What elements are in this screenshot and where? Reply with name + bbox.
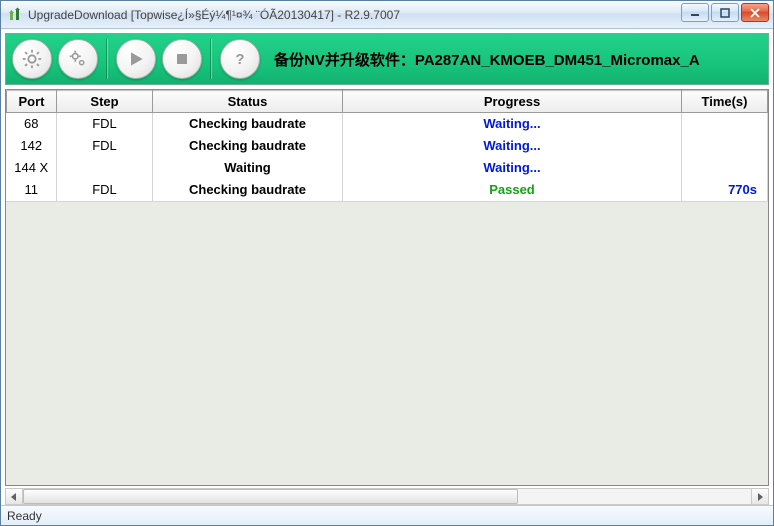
toolbar-info-text: 备份NV并升级软件：PA287AN_KMOEB_DM451_Micromax_A (266, 39, 762, 79)
table-row[interactable]: 142FDLChecking baudrateWaiting... (7, 135, 768, 157)
device-table: Port Step Status Progress Time(s) 68FDLC… (6, 90, 768, 201)
scroll-right-button[interactable] (751, 489, 768, 504)
scroll-left-button[interactable] (6, 489, 23, 504)
settings-button[interactable] (12, 39, 52, 79)
maximize-icon (720, 8, 730, 18)
cell-port: 142 (7, 135, 57, 157)
col-header-status[interactable]: Status (153, 91, 343, 113)
cell-port: 11 (7, 179, 57, 201)
cell-status: Waiting (153, 157, 343, 179)
scroll-thumb[interactable] (23, 489, 518, 504)
table-header-row: Port Step Status Progress Time(s) (7, 91, 768, 113)
chevron-right-icon (756, 493, 764, 501)
cell-status: Checking baudrate (153, 179, 343, 201)
app-window: UpgradeDownload [Topwise¿Í»§Éý¼¶¹¤¾ ¨ÓÃ2… (0, 0, 774, 526)
play-icon (126, 49, 146, 69)
title-bar[interactable]: UpgradeDownload [Topwise¿Í»§Éý¼¶¹¤¾ ¨ÓÃ2… (1, 1, 773, 29)
table-row[interactable]: 68FDLChecking baudrateWaiting... (7, 113, 768, 135)
app-icon (7, 7, 23, 23)
cell-time: 770s (682, 179, 768, 201)
window-title: UpgradeDownload [Topwise¿Í»§Éý¼¶¹¤¾ ¨ÓÃ2… (28, 8, 400, 22)
cell-port: 144 X (7, 157, 57, 179)
options-button[interactable] (58, 39, 98, 79)
gears-icon (67, 48, 89, 70)
status-text: Ready (7, 509, 42, 523)
gear-icon (21, 48, 43, 70)
cell-progress: Waiting... (343, 157, 682, 179)
toolbar: ? 备份NV并升级软件：PA287AN_KMOEB_DM451_Micromax… (5, 33, 769, 85)
svg-text:?: ? (235, 51, 244, 68)
toolbar-separator (106, 39, 108, 79)
scroll-track[interactable] (23, 489, 751, 504)
minimize-icon (690, 8, 700, 18)
chevron-left-icon (10, 493, 18, 501)
col-header-port[interactable]: Port (7, 91, 57, 113)
cell-time (682, 157, 768, 179)
col-header-step[interactable]: Step (57, 91, 153, 113)
cell-progress: Passed (343, 179, 682, 201)
close-button[interactable] (741, 3, 769, 22)
cell-progress: Waiting... (343, 113, 682, 135)
table-body: 68FDLChecking baudrateWaiting...142FDLCh… (7, 113, 768, 201)
window-controls (681, 3, 769, 22)
cell-step: FDL (57, 135, 153, 157)
maximize-button[interactable] (711, 3, 739, 22)
toolbar-separator (210, 39, 212, 79)
close-icon (750, 8, 760, 18)
minimize-button[interactable] (681, 3, 709, 22)
table-row[interactable]: 144 X WaitingWaiting... (7, 157, 768, 179)
stop-icon (172, 49, 192, 69)
cell-time (682, 135, 768, 157)
status-bar: Ready (1, 505, 773, 525)
cell-step: FDL (57, 179, 153, 201)
cell-status: Checking baudrate (153, 113, 343, 135)
cell-port: 68 (7, 113, 57, 135)
device-table-container: Port Step Status Progress Time(s) 68FDLC… (5, 89, 769, 486)
horizontal-scrollbar[interactable] (5, 488, 769, 505)
cell-step: FDL (57, 113, 153, 135)
stop-button[interactable] (162, 39, 202, 79)
help-button[interactable]: ? (220, 39, 260, 79)
start-button[interactable] (116, 39, 156, 79)
table-row[interactable]: 11FDLChecking baudratePassed770s (7, 179, 768, 201)
col-header-progress[interactable]: Progress (343, 91, 682, 113)
col-header-time[interactable]: Time(s) (682, 91, 768, 113)
cell-time (682, 113, 768, 135)
cell-progress: Waiting... (343, 135, 682, 157)
cell-step (57, 157, 153, 179)
question-icon: ? (230, 49, 250, 69)
table-empty-area (6, 201, 768, 486)
cell-status: Checking baudrate (153, 135, 343, 157)
